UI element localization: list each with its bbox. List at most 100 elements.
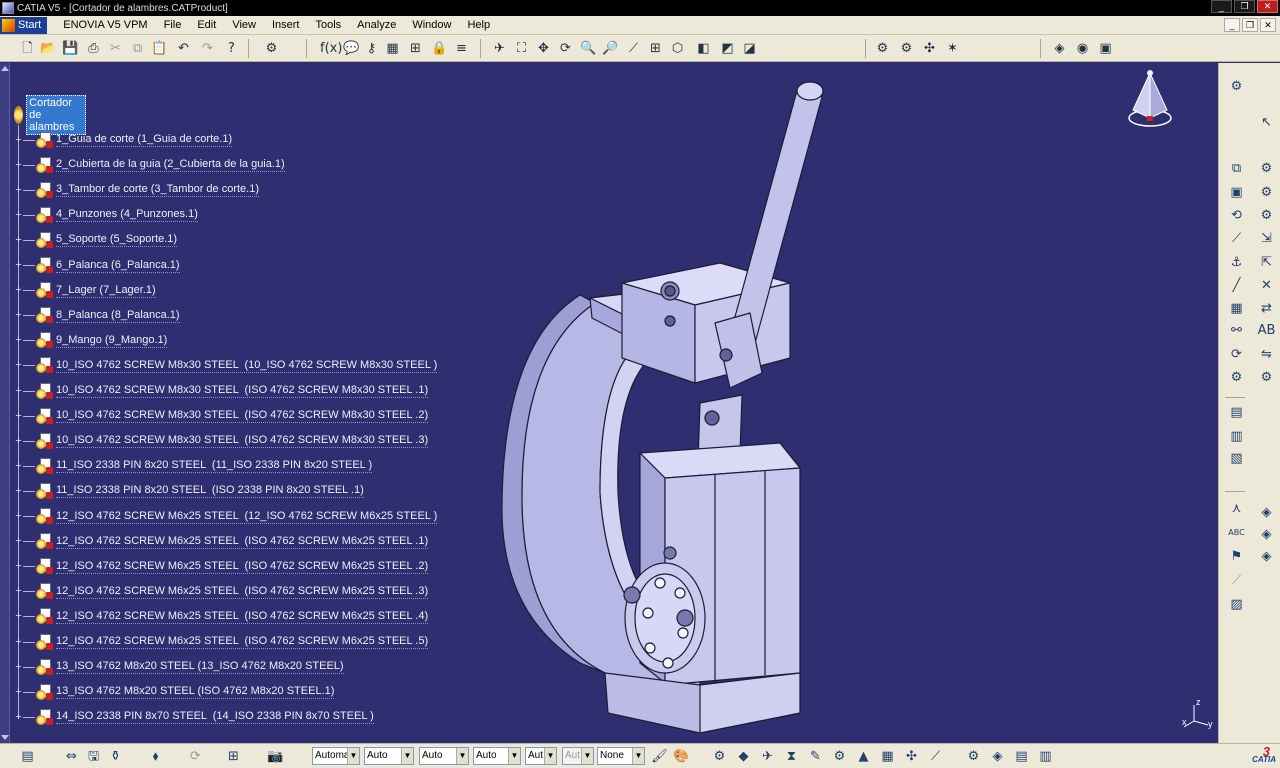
report-icon[interactable]: ▥ (1036, 747, 1055, 766)
expand-plus-icon[interactable]: + (14, 184, 23, 195)
properties-icon[interactable]: ▤ (18, 747, 37, 766)
whats-this-icon[interactable]: ? (222, 39, 241, 58)
doc-minimize-button[interactable]: _ (1224, 18, 1240, 32)
expand-plus-icon[interactable]: + (14, 360, 23, 371)
expand-plus-icon[interactable]: + (14, 285, 23, 296)
tree-node-label[interactable]: 12_ISO 4762 SCREW M6x25 STEEL (ISO 4762 … (56, 535, 429, 549)
flag-note-icon[interactable]: ⚑ (1227, 547, 1246, 566)
fly-mode-icon[interactable]: ✈ (490, 39, 509, 58)
color-select[interactable]: Auto ▼ (419, 747, 469, 765)
expand-plus-icon[interactable]: + (14, 536, 23, 547)
dmu-icon-5[interactable]: ✎ (806, 747, 825, 766)
contact-icon[interactable]: ⇱ (1257, 253, 1276, 272)
normal-view-icon[interactable]: ⟋ (624, 39, 643, 58)
paste-icon[interactable]: 📋 (150, 39, 169, 58)
existing-component-icon[interactable]: ⚙ (1257, 159, 1276, 178)
paint-brush-icon[interactable]: 🖌 (650, 747, 669, 766)
tree-root-label[interactable]: Cortador de alambres (26, 95, 87, 135)
menu-tools[interactable]: Tools (307, 19, 349, 31)
camera-icon[interactable]: 📷 (266, 747, 285, 766)
close-button[interactable]: ✕ (1257, 0, 1278, 13)
tree-node-label[interactable]: 3_Tambor de corte (3_Tambor de corte.1) (56, 183, 259, 198)
snap-icon[interactable]: ⇲ (1257, 229, 1276, 248)
doc-restore-button[interactable]: ❐ (1242, 18, 1258, 32)
clash-icon[interactable]: ▨ (1227, 595, 1246, 614)
fix-together-icon[interactable]: ⇄ (1257, 299, 1276, 318)
measure-icon[interactable]: ⟋ (1227, 571, 1246, 590)
expand-plus-icon[interactable]: + (14, 385, 23, 396)
explode-icon[interactable]: ✶ (943, 39, 962, 58)
tree-node-label[interactable]: 10_ISO 4762 SCREW M8x30 STEEL (10_ISO 47… (56, 359, 438, 373)
tree-node-label[interactable]: 11_ISO 2338 PIN 8x20 STEEL (ISO 2338 PIN… (56, 484, 364, 499)
quick-constraint-icon[interactable]: ⚯ (1227, 321, 1246, 340)
tree-node[interactable]: +11_ISO 2338 PIN 8x20 STEEL (ISO 2338 PI… (10, 481, 364, 501)
new-component-icon[interactable]: ⧉ (1227, 159, 1246, 178)
tree-node[interactable]: +11_ISO 2338 PIN 8x20 STEEL (11_ISO 2338… (10, 456, 373, 476)
menu-help[interactable]: Help (459, 19, 498, 31)
scroll-down-arrow-icon[interactable] (1, 735, 9, 740)
dmu-icon-7[interactable]: ▲ (854, 747, 873, 766)
tree-node-label[interactable]: 6_Palanca (6_Palanca.1) (56, 259, 180, 273)
tree-node[interactable]: +10_ISO 4762 SCREW M8x30 STEEL (ISO 4762… (10, 381, 429, 401)
line-type-select[interactable]: Automa ▼ (312, 747, 360, 765)
dmu-icon-3[interactable]: ✈ (758, 747, 777, 766)
tree-node[interactable]: +4_Punzones (4_Punzones.1) (10, 205, 198, 225)
scroll-up-arrow-icon[interactable] (1, 66, 9, 71)
dmu-icon-6[interactable]: ⚙ (830, 747, 849, 766)
fix-icon[interactable]: ▦ (1227, 299, 1246, 318)
render-settings-icon[interactable]: ▣ (1096, 39, 1115, 58)
tree-node[interactable]: +12_ISO 4762 SCREW M6x25 STEEL (12_ISO 4… (10, 507, 438, 527)
tree-node[interactable]: +2_Cubierta de la guia (2_Cubierta de la… (10, 155, 285, 175)
dmu-icon-4[interactable]: ⧗ (782, 747, 801, 766)
minimize-button[interactable]: _ (1211, 0, 1232, 13)
print-icon[interactable]: ⎙ (84, 39, 103, 58)
rotate-icon[interactable]: ⟳ (556, 39, 575, 58)
dmu-icon-8[interactable]: ▦ (878, 747, 897, 766)
tree-node[interactable]: +10_ISO 4762 SCREW M8x30 STEEL (10_ISO 4… (10, 356, 438, 376)
tree-node-label[interactable]: 13_ISO 4762 M8x20 STEEL (13_ISO 4762 M8x… (56, 660, 344, 675)
expand-plus-icon[interactable]: + (14, 485, 23, 496)
tree-node[interactable]: +13_ISO 4762 M8x20 STEEL (13_ISO 4762 M8… (10, 657, 344, 677)
tree-node-label[interactable]: 10_ISO 4762 SCREW M8x30 STEEL (ISO 4762 … (56, 409, 429, 424)
undo-icon[interactable]: ↶ (174, 39, 193, 58)
menu-analyze[interactable]: Analyze (349, 19, 404, 31)
tree-node-label[interactable]: 8_Palanca (8_Palanca.1) (56, 309, 180, 323)
measure-between-icon[interactable]: ⇔ (62, 747, 81, 766)
redo-icon[interactable]: ↷ (198, 39, 217, 58)
tree-node[interactable]: +9_Mango (9_Mango.1) (10, 331, 168, 351)
start-menu[interactable]: Start (0, 16, 48, 34)
fit-all-icon[interactable]: ⛶ (512, 39, 531, 58)
expand-plus-icon[interactable]: + (14, 159, 23, 170)
assembly-constraints-icon[interactable]: ⚙ (873, 39, 892, 58)
transparency-select[interactable]: Auto ▼ (473, 747, 521, 765)
tree-node[interactable]: +14_ISO 2338 PIN 8x70 STEEL (14_ISO 2338… (10, 707, 374, 727)
hole-icon[interactable]: ▥ (1227, 427, 1246, 446)
update-icon[interactable]: ⚙ (1227, 368, 1246, 387)
zoom-in-icon[interactable]: 🔍 (579, 39, 598, 58)
refresh-icon[interactable]: ⟳ (186, 747, 205, 766)
bom-icon[interactable]: ◈ (1257, 525, 1276, 544)
lock-icon[interactable]: 🔒 (430, 39, 449, 58)
split-icon[interactable]: ▤ (1227, 403, 1246, 422)
select-arrow-icon[interactable]: ↖ (1257, 113, 1276, 132)
menu-insert[interactable]: Insert (264, 19, 308, 31)
bottle-icon[interactable]: ⚱ (106, 747, 125, 766)
dmu-icon-1[interactable]: ⚙ (710, 747, 729, 766)
tree-node-label[interactable]: 14_ISO 2338 PIN 8x70 STEEL (14_ISO 2338 … (56, 710, 374, 725)
shading-icon[interactable]: ◧ (694, 39, 713, 58)
dmu-icon-10[interactable]: ⟋ (926, 747, 945, 766)
tree-node-label[interactable]: 12_ISO 4762 SCREW M6x25 STEEL (12_ISO 47… (56, 510, 438, 524)
pocket-icon[interactable]: ▧ (1227, 449, 1246, 468)
expand-plus-icon[interactable]: + (14, 209, 23, 220)
expand-plus-icon[interactable]: + (14, 460, 23, 471)
tree-root[interactable]: Cortador de alambres (14, 95, 87, 135)
hide-show-icon[interactable]: ◩ (718, 39, 737, 58)
expand-plus-icon[interactable]: + (14, 134, 23, 145)
expand-plus-icon[interactable]: + (14, 511, 23, 522)
scene-icon[interactable]: ◈ (1257, 503, 1276, 522)
tree-node[interactable]: +13_ISO 4762 M8x20 STEEL (ISO 4762 M8x20… (10, 682, 335, 702)
expand-plus-icon[interactable]: + (14, 260, 23, 271)
catalog-icon[interactable]: ⚙ (262, 39, 281, 58)
expand-plus-icon[interactable]: + (14, 636, 23, 647)
menu-enovia[interactable]: ENOVIA V5 VPM (55, 19, 155, 31)
